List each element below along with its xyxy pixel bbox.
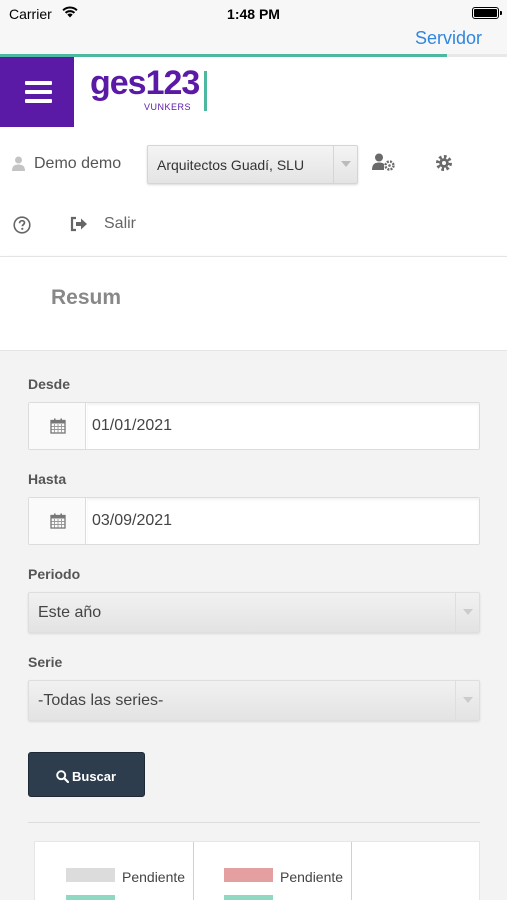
logo-text: ges123 <box>90 64 200 102</box>
section-divider <box>28 822 480 823</box>
sign-out-icon[interactable] <box>70 216 88 237</box>
search-button[interactable]: Buscar <box>28 752 145 797</box>
chevron-down-icon <box>333 146 357 183</box>
clock: 1:48 PM <box>227 6 280 22</box>
legend-item: Pendiente <box>194 842 352 900</box>
series-label: Serie <box>28 654 63 670</box>
to-date-group <box>28 497 480 545</box>
menu-button[interactable] <box>0 57 74 127</box>
legend-label: Pendiente <box>122 869 186 885</box>
search-icon <box>56 770 69 783</box>
logo-accent-line <box>204 71 207 111</box>
user-icon <box>12 156 25 176</box>
logout-link[interactable]: Salir <box>104 215 136 233</box>
page-load-progress-track <box>447 54 507 57</box>
period-select-value: Este año <box>38 604 102 621</box>
user-name: Demo demo <box>34 155 122 172</box>
from-date-input[interactable] <box>87 403 479 449</box>
legend-item: Pendiente <box>35 842 194 900</box>
search-button-label: Buscar <box>72 769 117 784</box>
page-title: Resum <box>51 286 122 309</box>
legend-swatch <box>66 868 115 882</box>
from-date-calendar-button[interactable] <box>29 403 86 449</box>
user-cog-icon[interactable] <box>372 153 396 176</box>
logo-subtext: VUNKERS <box>144 102 192 112</box>
to-date-calendar-button[interactable] <box>29 498 86 544</box>
calendar-icon <box>50 418 66 434</box>
server-button[interactable]: Servidor <box>415 28 482 49</box>
status-bar: Carrier 1:48 PM <box>0 0 507 26</box>
series-select[interactable]: -Todas las series- <box>28 680 480 721</box>
company-select[interactable]: Arquitectos Guadí, SLU <box>147 145 358 184</box>
chart-legend: Pendiente Pendiente <box>34 841 480 900</box>
company-select-value: Arquitectos Guadí, SLU <box>157 157 305 173</box>
period-label: Periodo <box>28 566 81 582</box>
legend-swatch <box>66 895 115 900</box>
legend-swatch <box>224 868 273 882</box>
chevron-down-icon <box>455 593 479 632</box>
to-date-label: Hasta <box>28 471 67 487</box>
to-date-input[interactable] <box>87 498 479 544</box>
from-date-label: Desde <box>28 376 71 392</box>
series-select-value: -Todas las series- <box>38 692 164 709</box>
calendar-icon <box>50 513 66 529</box>
from-date-group <box>28 402 480 450</box>
navigation-bar: Servidor <box>0 26 507 55</box>
legend-swatch <box>224 895 273 900</box>
battery-icon <box>472 7 502 19</box>
chevron-down-icon <box>455 681 479 720</box>
gear-icon[interactable] <box>435 154 453 177</box>
brand-logo: ges123 VUNKERS <box>90 64 220 120</box>
legend-label: Pendiente <box>280 869 344 885</box>
page-header-panel: Resum <box>0 256 507 351</box>
question-circle-icon[interactable] <box>13 216 31 239</box>
period-select[interactable]: Este año <box>28 592 480 633</box>
